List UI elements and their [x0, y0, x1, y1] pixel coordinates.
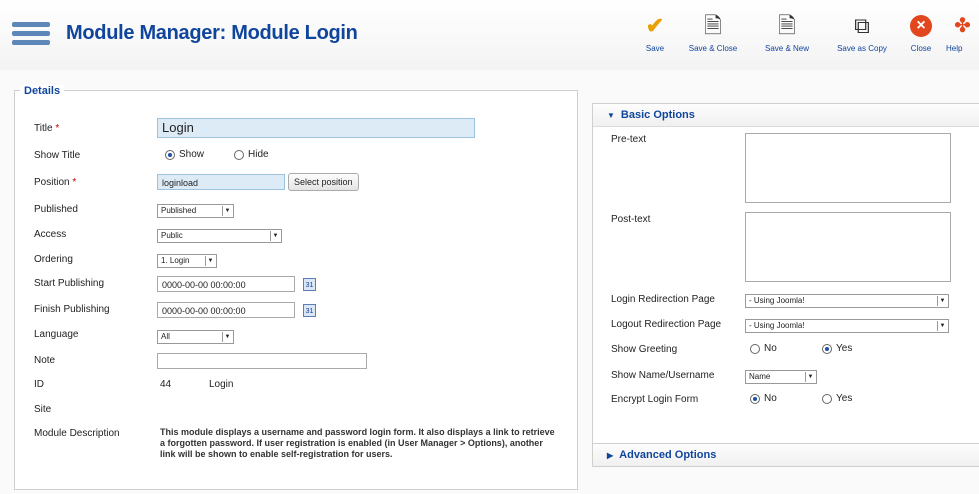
save-new-button[interactable]: 🗎 Save & New	[759, 12, 815, 60]
save-as-copy-button[interactable]: ⧉ Save as Copy	[830, 12, 894, 60]
yes-radio-label: Yes	[836, 393, 853, 404]
id-module-name: Login	[209, 379, 234, 390]
language-label: Language	[34, 329, 79, 340]
ordering-label: Ordering	[34, 254, 73, 265]
post-text-textarea[interactable]	[745, 212, 951, 282]
close-icon: ×	[910, 15, 932, 37]
close-button[interactable]: × Close	[906, 12, 936, 60]
help-button[interactable]: ✤ Help	[946, 12, 979, 60]
select-position-button[interactable]: Select position	[288, 173, 359, 191]
login-redirection-label: Login Redirection Page	[611, 294, 715, 305]
show-greeting-no-radio[interactable]	[750, 344, 760, 354]
details-legend: Details	[20, 85, 65, 97]
show-title-label: Show Title	[34, 150, 81, 161]
save-button[interactable]: ✔ Save	[640, 12, 670, 60]
basic-options-panel: ▼ Basic Options Pre-text Post-text Login …	[592, 103, 979, 453]
basic-options-header[interactable]: ▼ Basic Options	[593, 104, 979, 127]
login-redirection-select[interactable]: - Using Joomla! ▼	[745, 294, 949, 308]
encrypt-login-form-label: Encrypt Login Form	[611, 394, 699, 405]
no-radio-label: No	[764, 393, 777, 404]
show-radio-label: Show	[179, 149, 205, 160]
note-input[interactable]	[157, 353, 367, 369]
save-icon: 🗎	[704, 13, 722, 38]
finish-publishing-label: Finish Publishing	[34, 304, 110, 315]
chevron-down-icon: ▼	[205, 256, 215, 266]
show-greeting-label: Show Greeting	[611, 344, 678, 355]
advanced-options-panel: ▶ Advanced Options	[592, 443, 979, 467]
module-description-label: Module Description	[34, 428, 120, 439]
checkmark-icon: ✔	[645, 13, 665, 38]
content-area: Details Title * Login Show Title Show Hi…	[0, 70, 979, 494]
expanded-triangle-icon: ▼	[607, 111, 615, 120]
pre-text-label: Pre-text	[611, 134, 647, 145]
finish-publishing-input[interactable]: 0000-00-00 00:00:00	[157, 302, 295, 318]
chevron-down-icon: ▼	[222, 206, 232, 216]
language-select[interactable]: All ▼	[157, 330, 234, 344]
note-label: Note	[34, 355, 56, 366]
ordering-select[interactable]: 1. Login ▼	[157, 254, 217, 268]
show-greeting-yes-radio[interactable]	[822, 344, 832, 354]
position-label: Position *	[34, 177, 77, 188]
toolbar: Module Manager: Module Login ✔ Save 🗎 Sa…	[0, 0, 979, 71]
module-description: This module displays a username and pass…	[160, 427, 555, 459]
show-name-username-label: Show Name/Username	[611, 370, 715, 381]
chevron-down-icon: ▼	[270, 231, 280, 241]
access-select[interactable]: Public ▼	[157, 229, 282, 243]
hide-radio-label: Hide	[248, 149, 269, 160]
access-label: Access	[34, 229, 67, 240]
yes-radio-label: Yes	[836, 343, 853, 354]
no-radio-label: No	[764, 343, 777, 354]
pre-text-textarea[interactable]	[745, 133, 951, 203]
show-name-username-select[interactable]: Name ▼	[745, 370, 817, 384]
site-label: Site	[34, 404, 52, 415]
encrypt-no-radio[interactable]	[750, 394, 760, 404]
start-publishing-input[interactable]: 0000-00-00 00:00:00	[157, 276, 295, 292]
show-title-hide-radio[interactable]	[234, 150, 244, 160]
logout-redirection-label: Logout Redirection Page	[611, 319, 722, 330]
position-input[interactable]: loginload	[157, 174, 285, 190]
page-title: Module Manager: Module Login	[66, 22, 358, 44]
advanced-options-header[interactable]: ▶ Advanced Options	[593, 444, 979, 466]
collapsed-triangle-icon: ▶	[607, 451, 614, 460]
chevron-down-icon: ▼	[937, 296, 947, 306]
logout-redirection-select[interactable]: - Using Joomla! ▼	[745, 319, 949, 333]
post-text-label: Post-text	[611, 214, 651, 225]
calendar-icon[interactable]: 31	[303, 278, 316, 291]
show-title-show-radio[interactable]	[165, 150, 175, 160]
title-label: Title *	[34, 123, 60, 134]
module-manager-icon	[12, 22, 50, 48]
save-new-icon: 🗎	[778, 13, 796, 38]
save-close-button[interactable]: 🗎 Save & Close	[683, 12, 743, 60]
published-select[interactable]: Published ▼	[157, 204, 234, 218]
published-label: Published	[34, 204, 78, 215]
chevron-down-icon: ▼	[937, 321, 947, 331]
id-label: ID	[34, 379, 44, 390]
help-icon: ✤	[954, 15, 971, 37]
id-value: 44	[160, 379, 172, 390]
start-publishing-label: Start Publishing	[34, 278, 105, 289]
chevron-down-icon: ▼	[805, 372, 815, 382]
copy-icon: ⧉	[854, 13, 870, 38]
calendar-icon[interactable]: 31	[303, 304, 316, 317]
chevron-down-icon: ▼	[222, 332, 232, 342]
encrypt-yes-radio[interactable]	[822, 394, 832, 404]
title-input[interactable]: Login	[157, 118, 475, 138]
